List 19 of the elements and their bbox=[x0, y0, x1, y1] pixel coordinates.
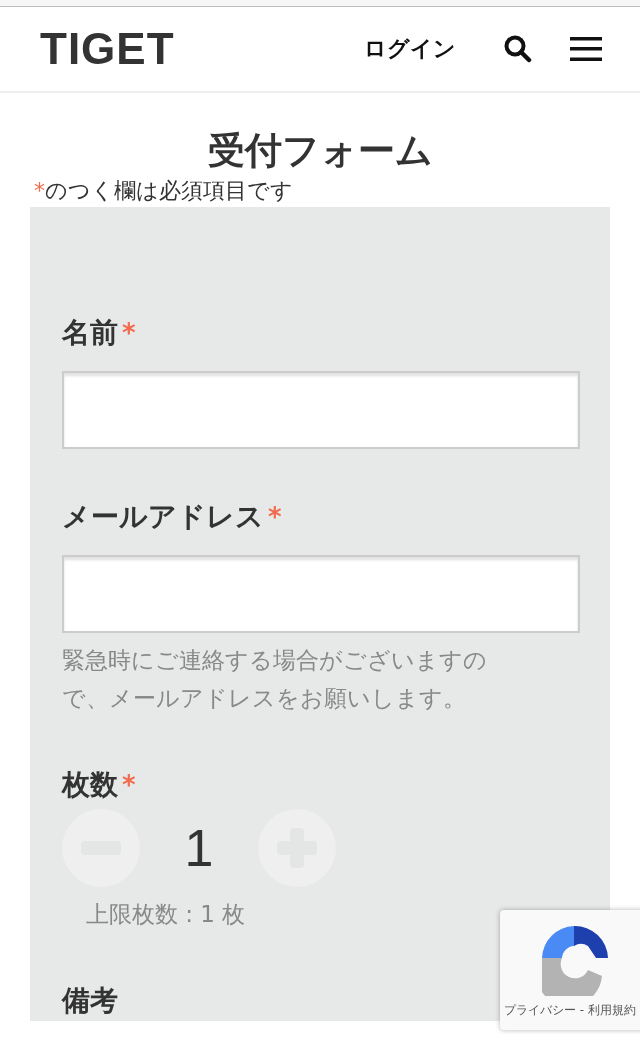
search-icon[interactable] bbox=[504, 35, 532, 63]
required-mark: * bbox=[268, 501, 282, 534]
required-note: *のつく欄は必須項目です bbox=[34, 177, 294, 205]
field-hint: 上限枚数 : 1 枚 bbox=[85, 900, 247, 929]
field-hint: 緊急時にご連絡する場合がございますので、メールアドレスをお願いします。 bbox=[62, 646, 488, 713]
privacy-terms-link[interactable]: プライバシー - 利用規約 bbox=[504, 1002, 636, 1019]
field-label: メールアドレス bbox=[62, 499, 264, 535]
input-field[interactable] bbox=[62, 371, 580, 449]
required-mark: * bbox=[122, 769, 136, 802]
input-field[interactable] bbox=[62, 555, 580, 633]
field-label: 枚数 bbox=[62, 767, 118, 803]
login-link[interactable]: ログイン bbox=[364, 34, 456, 64]
field-label: 備考 bbox=[62, 983, 118, 1019]
required-mark: * bbox=[122, 317, 136, 350]
form-title: 受付フォーム bbox=[206, 128, 434, 174]
logo[interactable]: TIGET bbox=[40, 24, 175, 74]
menu-icon[interactable] bbox=[570, 37, 602, 61]
field-label: 名前 bbox=[62, 315, 118, 351]
ticket-count: 1 bbox=[183, 818, 215, 878]
